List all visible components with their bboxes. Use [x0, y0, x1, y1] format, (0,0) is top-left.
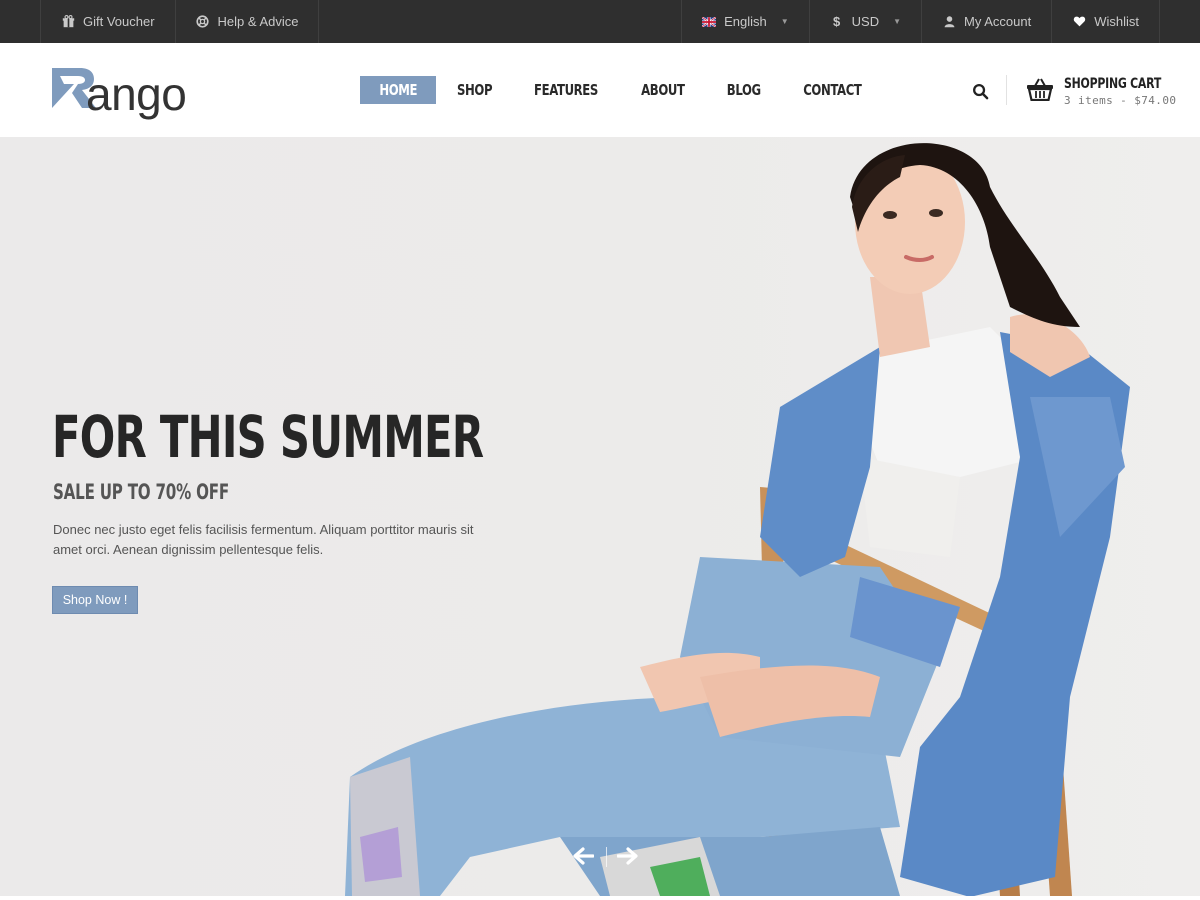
uk-flag-icon: [702, 15, 717, 29]
nav-home[interactable]: HOME: [360, 76, 436, 104]
dollar-icon: $: [833, 14, 841, 29]
hero-model-photo: [345, 143, 1130, 896]
shop-now-button[interactable]: Shop Now !: [52, 586, 138, 614]
nav-about-label: ABOUT: [641, 81, 685, 99]
nav-shop-label: SHOP: [457, 81, 493, 99]
nav-blog-label: BLOG: [727, 81, 761, 99]
top-bar-right: English ▼ $ USD ▼ My Account Wishlist: [681, 0, 1160, 43]
gift-voucher-link[interactable]: Gift Voucher: [40, 0, 176, 43]
hero-subtitle: SALE UP TO 70% OFF: [53, 480, 229, 504]
wishlist-link[interactable]: Wishlist: [1052, 0, 1160, 43]
top-bar-left: Gift Voucher Help & Advice: [40, 0, 320, 43]
nav-shop[interactable]: SHOP: [436, 76, 514, 104]
cart-info: SHOPPING CART 3 items - $74.00: [1064, 76, 1188, 107]
nav-blog[interactable]: BLOG: [708, 76, 780, 104]
header-divider: [1006, 75, 1007, 105]
nav-about[interactable]: ABOUT: [618, 76, 708, 104]
gift-icon: [61, 15, 75, 29]
nav-features-label: FEATURES: [534, 81, 598, 99]
arrow-left-icon: [573, 847, 594, 865]
hero-title: FOR THIS SUMMER: [52, 403, 484, 471]
user-icon: [942, 15, 956, 29]
search-icon: [972, 83, 988, 99]
arrow-right-icon: [617, 847, 638, 865]
top-bar: Gift Voucher Help & Advice English ▼ $ U…: [0, 0, 1200, 43]
logo-wordmark: ango: [86, 68, 187, 120]
language-selector[interactable]: English ▼: [681, 0, 810, 43]
help-advice-label: Help & Advice: [217, 14, 299, 29]
nav-contact[interactable]: CONTACT: [780, 76, 884, 104]
nav-home-label: HOME: [379, 81, 417, 99]
my-account-label: My Account: [964, 14, 1032, 29]
language-label: English: [724, 14, 767, 29]
wishlist-label: Wishlist: [1094, 14, 1139, 29]
basket-icon: [1026, 77, 1054, 106]
site-logo[interactable]: ango: [52, 65, 187, 120]
currency-label: USD: [851, 14, 880, 29]
my-account-link[interactable]: My Account: [922, 0, 1053, 43]
cart-title: SHOPPING CART: [1064, 75, 1162, 92]
help-advice-link[interactable]: Help & Advice: [176, 0, 320, 43]
hero-slider: FOR THIS SUMMER SALE UP TO 70% OFF Donec…: [0, 137, 1200, 896]
search-button[interactable]: [968, 79, 992, 103]
slider-arrow-divider: [606, 847, 607, 867]
page-bottom-strip: [0, 896, 1200, 900]
chevron-down-icon: ▼: [893, 17, 902, 26]
gift-voucher-label: Gift Voucher: [83, 14, 155, 29]
hero-description: Donec nec justo eget felis facilisis fer…: [53, 522, 474, 557]
site-header: ango HOME SHOP FEATURES ABOUT BLOG CONTA…: [0, 43, 1200, 137]
chevron-down-icon: ▼: [780, 17, 789, 26]
currency-selector[interactable]: $ USD ▼: [810, 0, 923, 43]
shopping-cart[interactable]: SHOPPING CART 3 items - $74.00: [1026, 71, 1188, 111]
slider-prev-button[interactable]: [570, 843, 596, 869]
slider-next-button[interactable]: [615, 843, 641, 869]
heart-icon: [1072, 15, 1086, 29]
main-nav: HOME SHOP FEATURES ABOUT BLOG CONTACT: [360, 76, 884, 104]
lifebuoy-icon: [196, 15, 210, 29]
cart-summary: 3 items - $74.00: [1064, 93, 1177, 107]
nav-contact-label: CONTACT: [802, 81, 862, 99]
nav-features[interactable]: FEATURES: [514, 76, 618, 104]
